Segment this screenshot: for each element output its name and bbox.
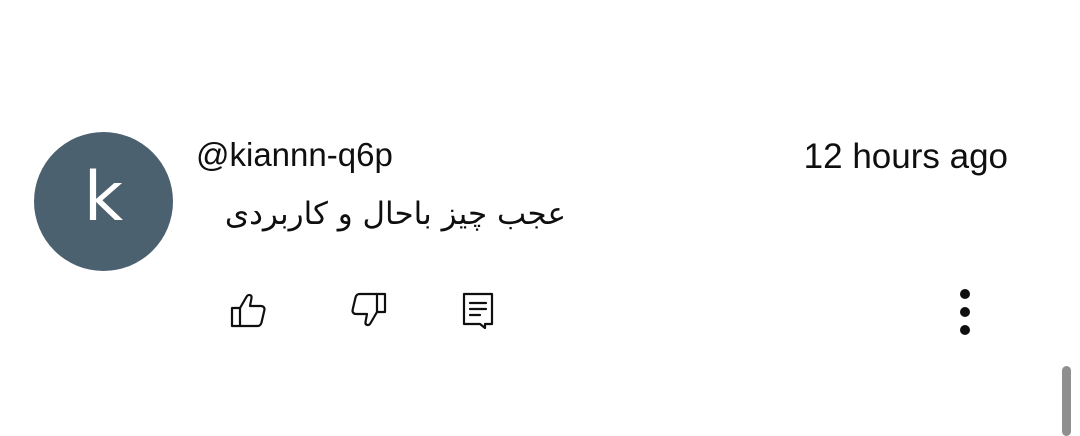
- like-button[interactable]: [226, 288, 270, 332]
- comment-author[interactable]: @kiannn-q6p: [196, 136, 393, 174]
- more-options-button[interactable]: [944, 284, 986, 340]
- avatar-letter: k: [83, 157, 124, 237]
- comment-item: k @kiannn-q6p 12 hours ago عجب چیز باحال…: [0, 0, 1080, 432]
- avatar[interactable]: k: [34, 132, 173, 271]
- more-vertical-icon: [960, 289, 970, 299]
- reply-button[interactable]: [456, 288, 500, 332]
- comment-timestamp: 12 hours ago: [803, 137, 1008, 176]
- thumb-down-icon: [351, 292, 387, 327]
- dislike-button[interactable]: [347, 288, 391, 332]
- comment-icon: [462, 292, 494, 330]
- comment-text: عجب چیز باحال و کاربردی: [224, 196, 566, 232]
- scrollbar[interactable]: [1062, 366, 1071, 436]
- thumb-up-icon: [230, 293, 266, 328]
